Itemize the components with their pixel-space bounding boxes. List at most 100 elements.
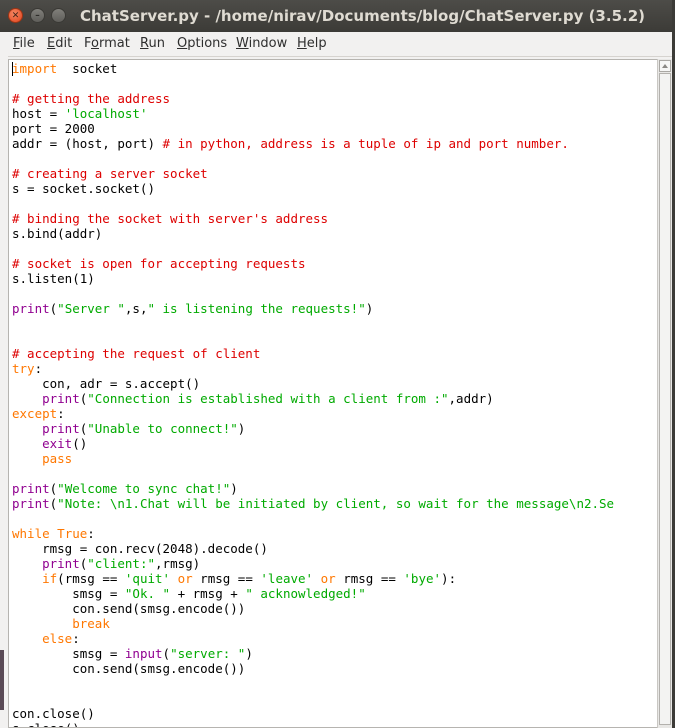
window-title: ChatServer.py - /home/nirav/Documents/bl… xyxy=(80,7,645,25)
code-token: + rmsg + xyxy=(170,586,246,601)
code-line: smsg = "Ok. " + rmsg + " acknowledged!" xyxy=(12,586,614,601)
code-line: s.close() xyxy=(12,721,614,727)
minimize-window-button[interactable]: – xyxy=(30,8,45,23)
string-token: " is listening the requests!" xyxy=(147,301,366,316)
string-token: "Welcome to sync chat!" xyxy=(57,481,231,496)
menu-file[interactable]: File xyxy=(13,36,35,51)
builtin-token: print xyxy=(12,496,50,511)
code-token: con, adr = s.accept() xyxy=(12,376,201,391)
code-line: con.close() xyxy=(12,706,614,721)
code-token: : xyxy=(57,406,65,421)
code-token: port = 2000 xyxy=(12,121,95,136)
menu-edit-label: dit xyxy=(55,36,73,51)
code-token: con.send(smsg.encode()) xyxy=(12,661,246,676)
code-line: print("Server ",s," is listening the req… xyxy=(12,301,614,316)
code-token: rmsg == xyxy=(335,571,404,586)
scrollbar-thumb[interactable] xyxy=(659,73,671,725)
menu-help[interactable]: Help xyxy=(297,36,327,51)
builtin-token: print xyxy=(42,421,80,436)
keyword-token: True xyxy=(57,526,88,541)
code-line: con.send(smsg.encode()) xyxy=(12,661,614,676)
code-token: ,s, xyxy=(124,301,148,316)
code-line: s.bind(addr) xyxy=(12,226,614,241)
code-line: import socket xyxy=(12,61,614,76)
code-token: s = socket.socket() xyxy=(12,181,155,196)
menu-help-mnemonic: H xyxy=(297,36,307,51)
code-token: (rmsg == xyxy=(57,571,125,586)
code-line: # accepting the request of client xyxy=(12,346,614,361)
code-line: rmsg = con.recv(2048).decode() xyxy=(12,541,614,556)
code-token: () xyxy=(72,436,88,451)
code-line: # creating a server socket xyxy=(12,166,614,181)
code-line: print("Note: \n1.Chat will be initiated … xyxy=(12,496,614,511)
builtin-token: print xyxy=(12,301,50,316)
menu-file-label: ile xyxy=(19,36,35,51)
code-line: try: xyxy=(12,361,614,376)
title-bar[interactable]: ✕ – ChatServer.py - /home/nirav/Document… xyxy=(0,0,672,32)
code-line: except: xyxy=(12,406,614,421)
code-token: con.close() xyxy=(12,706,95,721)
keyword-token: or xyxy=(320,571,336,586)
comment-token: # socket is open for accepting requests xyxy=(12,256,306,271)
menu-format-prefix: F xyxy=(84,36,92,51)
code-line: s = socket.socket() xyxy=(12,181,614,196)
code-token: host = xyxy=(12,106,65,121)
desktop-edge-shadow xyxy=(0,650,4,710)
string-token: "Connection is established with a client… xyxy=(87,391,449,406)
code-line: host = 'localhost' xyxy=(12,106,614,121)
code-editor[interactable]: import socket # getting the address host … xyxy=(8,59,657,728)
menu-run[interactable]: Run xyxy=(140,36,165,51)
menu-window-label: indow xyxy=(248,36,288,51)
code-token: smsg = xyxy=(12,586,125,601)
builtin-token: print xyxy=(12,481,50,496)
menu-format[interactable]: Format xyxy=(84,36,130,51)
string-token: 'bye' xyxy=(403,571,442,586)
code-token: : xyxy=(34,361,43,376)
keyword-token: pass xyxy=(42,451,73,466)
keyword-token: import xyxy=(12,61,58,76)
code-token: s.bind(addr) xyxy=(12,226,103,241)
maximize-window-button[interactable] xyxy=(51,8,66,23)
code-token: ): xyxy=(441,571,457,586)
keyword-token: while xyxy=(12,526,50,541)
code-token: : xyxy=(87,526,95,541)
builtin-token: print xyxy=(42,556,80,571)
keyword-token: if xyxy=(42,571,58,586)
keyword-token: or xyxy=(177,571,193,586)
code-token: ,addr) xyxy=(448,391,494,406)
builtin-token: exit xyxy=(42,436,73,451)
code-line: else: xyxy=(12,631,614,646)
code-line: if(rmsg == 'quit' or rmsg == 'leave' or … xyxy=(12,571,614,586)
comment-token: # in python, address is a tuple of ip an… xyxy=(162,136,569,151)
comment-token: # binding the socket with server's addre… xyxy=(12,211,329,226)
code-line: port = 2000 xyxy=(12,121,614,136)
string-token: 'quit' xyxy=(124,571,171,586)
code-token: addr = (host, port) xyxy=(12,136,163,151)
code-line: # binding the socket with server's addre… xyxy=(12,211,614,226)
idle-editor-window: ✕ – ChatServer.py - /home/nirav/Document… xyxy=(0,0,672,728)
keyword-token: break xyxy=(72,616,110,631)
builtin-token: print xyxy=(42,391,80,406)
menu-options[interactable]: Options xyxy=(177,36,227,51)
close-window-button[interactable]: ✕ xyxy=(8,8,23,23)
code-text[interactable]: import socket # getting the address host … xyxy=(12,61,614,727)
vertical-scrollbar[interactable] xyxy=(657,59,672,728)
code-line: addr = (host, port) # in python, address… xyxy=(12,136,614,151)
menu-edit[interactable]: Edit xyxy=(47,36,72,51)
scroll-up-arrow-icon[interactable] xyxy=(659,60,671,72)
code-token: rmsg = con.recv(2048).decode() xyxy=(12,541,268,556)
keyword-token: else xyxy=(42,631,73,646)
comment-token: # getting the address xyxy=(12,91,171,106)
menu-window[interactable]: Window xyxy=(236,36,287,51)
code-token: s.close() xyxy=(12,721,80,727)
menu-format-mnemonic: o xyxy=(91,36,99,51)
